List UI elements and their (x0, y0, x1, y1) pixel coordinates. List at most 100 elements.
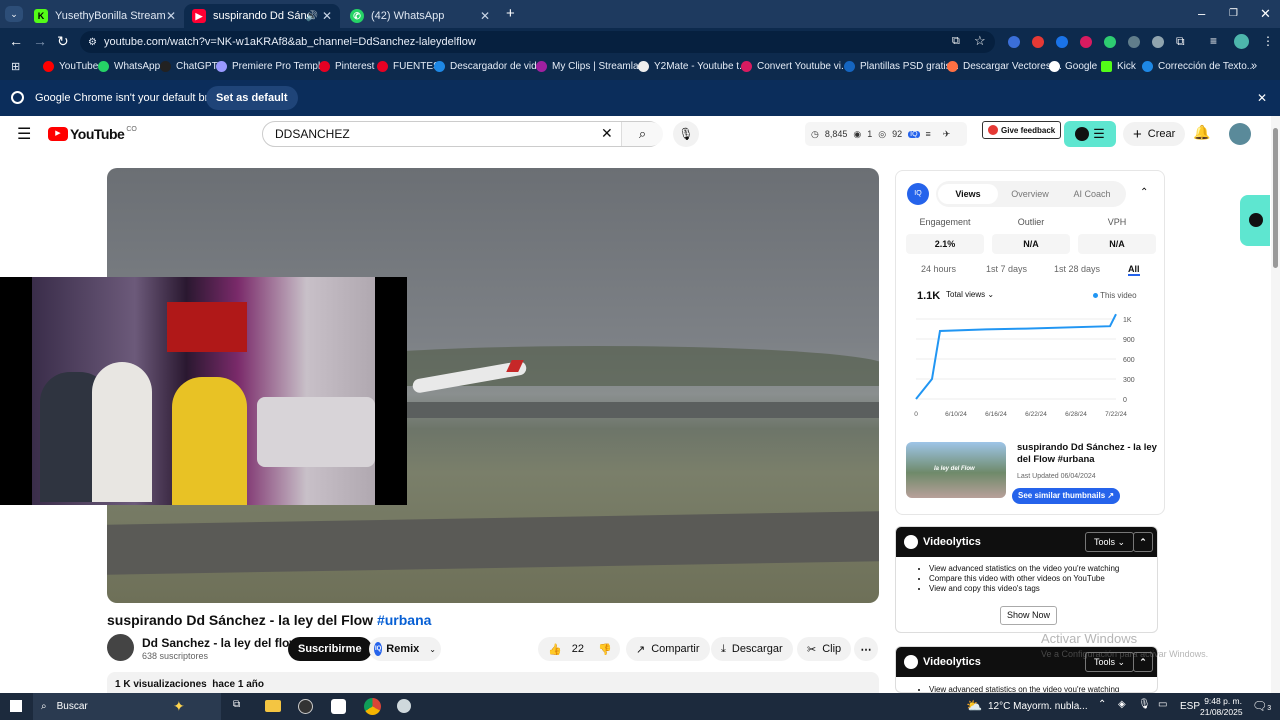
speaker-icon[interactable]: 🔊 (306, 11, 318, 22)
apps-grid-icon[interactable]: ⊞ (11, 60, 20, 73)
range-all[interactable]: All (1128, 264, 1140, 276)
menu-kebab-icon[interactable]: ⋮ (1262, 34, 1274, 48)
like-button[interactable]: 👍 22 👎 (538, 637, 620, 661)
extension-icon[interactable] (1032, 36, 1044, 48)
clock[interactable]: 9:48 p. m. 21/08/2025 (1200, 696, 1243, 718)
bookmark-item[interactable]: Corrección de Texto... (1142, 61, 1255, 72)
remix-button[interactable]: IQ Remix ⌄ (369, 637, 441, 661)
range-7d[interactable]: 1st 7 days (986, 264, 1027, 274)
site-info-icon[interactable]: ⚙ (88, 37, 97, 48)
tray-chevron-icon[interactable]: ⌃ (1098, 699, 1106, 710)
network-icon[interactable]: ▭ (1158, 699, 1167, 710)
set-default-button[interactable]: Set as default (206, 86, 298, 110)
extension-icon[interactable] (1056, 36, 1068, 48)
close-tab-icon[interactable]: ✕ (166, 9, 176, 23)
bookmark-item[interactable]: Kick (1101, 61, 1136, 72)
bookmark-item[interactable]: Plantillas PSD gratis... (844, 61, 959, 72)
hamburger-menu-icon[interactable]: ☰ (17, 124, 31, 144)
bookmark-item[interactable]: ChatGPT (160, 61, 218, 72)
bookmark-item[interactable]: WhatsApp (98, 61, 160, 72)
chrome-icon[interactable] (364, 698, 381, 715)
tab-views[interactable]: Views (938, 184, 998, 204)
channel-name[interactable]: Dd Sanchez - la ley del flow (142, 636, 299, 650)
show-now-button[interactable]: Show Now (1000, 606, 1058, 625)
forward-icon[interactable]: → (33, 33, 47, 49)
notifications-bell-icon[interactable]: 🔔 (1193, 124, 1210, 141)
channel-avatar[interactable] (107, 634, 134, 661)
hashtag-link[interactable]: #urbana (377, 612, 431, 628)
taskbar-app-icon[interactable] (397, 699, 411, 713)
clip-button[interactable]: ✂ Clip (797, 637, 852, 661)
reload-icon[interactable]: ↻ (57, 33, 69, 50)
windows-start-icon[interactable] (10, 700, 22, 712)
video-thumbnail[interactable]: la ley del Flow (906, 442, 1006, 498)
tray-icon[interactable]: ◈ (1118, 699, 1126, 710)
minimize-icon[interactable]: – (1198, 6, 1205, 21)
file-explorer-icon[interactable] (265, 700, 281, 712)
scrollbar-thumb[interactable] (1273, 128, 1278, 268)
range-28d[interactable]: 1st 28 days (1054, 264, 1100, 274)
media-control-icon[interactable]: ≡ (1210, 34, 1217, 48)
bookmark-item[interactable]: My Clips | Streamla... (536, 61, 647, 72)
profile-avatar[interactable] (1234, 34, 1249, 49)
extension-icon[interactable] (1152, 36, 1164, 48)
bookmark-item[interactable]: Premiere Pro Templ... (216, 61, 329, 72)
chevron-down-icon[interactable]: ⌄ (429, 645, 436, 654)
url-field[interactable]: ⚙ youtube.com/watch?v=NK-w1aKRAf8&ab_cha… (80, 31, 995, 53)
account-avatar[interactable] (1229, 123, 1251, 145)
microphone-icon[interactable]: 🎙 (1138, 699, 1151, 710)
collapse-icon[interactable]: ⌃ (1140, 187, 1148, 198)
bookmark-item[interactable]: Convert Youtube vi... (741, 61, 849, 72)
bookmark-item[interactable]: Descargador de vid... (434, 61, 545, 72)
bookmark-item[interactable]: Y2Mate - Youtube t... (638, 61, 747, 72)
tab-youtube[interactable]: ▶ suspirando Dd Sánchez - la 🔊 ✕ (184, 4, 340, 28)
more-actions-button[interactable]: ⋯ (854, 637, 878, 661)
extension-icon[interactable] (1008, 36, 1020, 48)
bookmark-item[interactable]: YouTube (43, 61, 98, 72)
similar-thumbnails-button[interactable]: See similar thumbnails ↗ (1012, 488, 1121, 504)
vidiq-toggle-button[interactable]: ☰ (1064, 121, 1116, 147)
download-button[interactable]: ⤓ Descargar (711, 637, 793, 661)
restore-icon[interactable]: ❐ (1229, 8, 1238, 19)
clear-search-icon[interactable]: ✕ (601, 125, 613, 142)
capcut-icon[interactable] (331, 699, 346, 714)
subscribe-button[interactable]: Suscribirme (288, 637, 372, 661)
tab-ai-coach[interactable]: AI Coach (1062, 184, 1122, 204)
close-tab-icon[interactable]: ✕ (322, 9, 332, 23)
new-tab-icon[interactable]: + (506, 5, 515, 22)
extensions-puzzle-icon[interactable]: ⧉ (1176, 34, 1185, 49)
bookmark-item[interactable]: FUENTES (377, 61, 440, 72)
more-bookmarks-icon[interactable]: » (1251, 60, 1257, 72)
vidiq-stats-bar[interactable]: ◷ 8,845 ◉ 1 ◎ 92 IQ ≡ ✈ (805, 122, 967, 146)
youtube-logo[interactable]: ▶ YouTube CO (48, 126, 137, 142)
tab-overview[interactable]: Overview (998, 184, 1062, 204)
create-button[interactable]: + Crear (1123, 122, 1186, 146)
tools-button[interactable]: Tools ⌄ (1085, 532, 1135, 552)
obs-icon[interactable] (298, 699, 313, 714)
extension-icon[interactable] (1080, 36, 1092, 48)
close-infobar-icon[interactable]: ✕ (1257, 91, 1267, 105)
taskbar-search[interactable]: ⌕ Buscar ✦ (33, 693, 221, 720)
bookmark-item[interactable]: Pinterest (319, 61, 374, 72)
tab-whatsapp[interactable]: ✆ (42) WhatsApp ✕ (342, 4, 498, 28)
bookmark-star-icon[interactable]: ☆ (974, 33, 986, 49)
tab-search-icon[interactable]: ⌄ (5, 6, 23, 22)
vidiq-side-tab[interactable] (1240, 195, 1270, 246)
collapse-icon[interactable]: ⌃ (1133, 532, 1153, 552)
notification-center-icon[interactable]: 🗨3 (1252, 699, 1271, 713)
search-input[interactable]: DDSANCHEZ ✕ ⌕ (262, 121, 663, 147)
search-icon[interactable]: ⌕ (621, 122, 663, 146)
thumbs-down-icon[interactable]: 👎 (598, 643, 612, 656)
close-tab-icon[interactable]: ✕ (480, 9, 490, 23)
give-feedback-button[interactable]: Give feedback (982, 121, 1062, 139)
microphone-icon[interactable]: 🎙 (673, 121, 699, 147)
close-window-icon[interactable]: ✕ (1260, 6, 1271, 22)
range-24h[interactable]: 24 hours (921, 264, 956, 274)
bookmark-item[interactable]: Descargar Vectores,... (947, 61, 1062, 72)
tab-kick[interactable]: K YusethyBonilla Stream - Watch ✕ (26, 4, 184, 28)
extension-icon[interactable] (1128, 36, 1140, 48)
stream-pip-overlay[interactable] (0, 277, 407, 505)
share-button[interactable]: ↗ Compartir (626, 637, 710, 661)
task-view-icon[interactable]: ⧉ (233, 699, 240, 710)
install-icon[interactable]: ⧉ (952, 35, 960, 48)
